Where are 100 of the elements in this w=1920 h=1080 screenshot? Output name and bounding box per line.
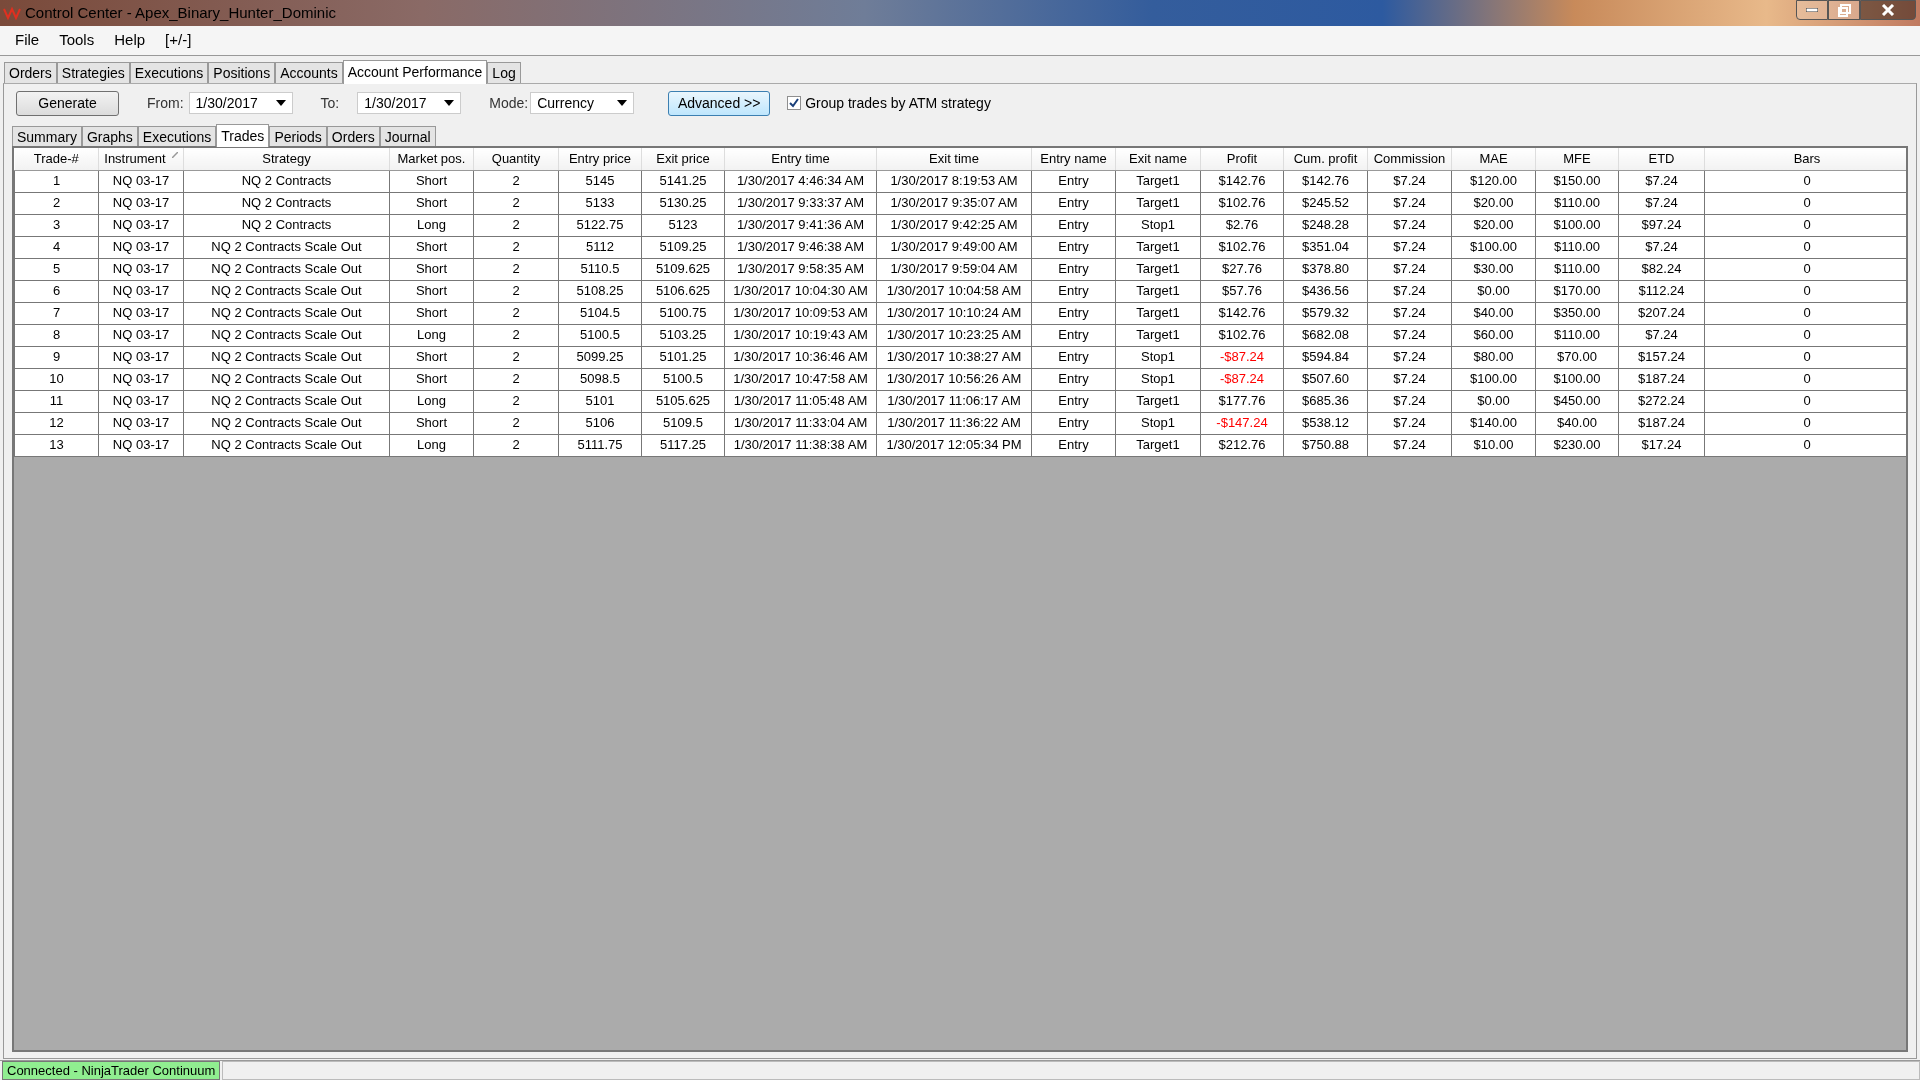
table-cell: $157.24 xyxy=(1618,346,1705,368)
table-cell: Target1 xyxy=(1115,302,1201,324)
table-cell: NQ 03-17 xyxy=(98,214,184,236)
table-cell: $100.00 xyxy=(1535,214,1619,236)
table-cell: 2 xyxy=(473,236,559,258)
sub-tab[interactable]: Periods xyxy=(269,126,327,146)
advanced-button[interactable]: Advanced >> xyxy=(668,90,771,116)
table-cell: $60.00 xyxy=(1451,324,1536,346)
table-cell: Target1 xyxy=(1115,280,1201,302)
menu-item[interactable]: [+/-] xyxy=(156,29,201,52)
tab[interactable]: Account Performance xyxy=(342,60,488,84)
window-title: Control Center - Apex_Binary_Hunter_Dominic xyxy=(25,2,336,23)
column-header[interactable]: Market pos. xyxy=(389,148,474,170)
restore-button[interactable] xyxy=(1828,0,1860,20)
column-header[interactable]: Instrument xyxy=(98,148,184,170)
table-cell: 1/30/2017 12:05:34 PM xyxy=(876,434,1032,456)
minimize-button[interactable] xyxy=(1796,0,1828,20)
to-date-picker[interactable]: 1/30/2017 xyxy=(357,92,462,114)
column-header[interactable]: Trade-# xyxy=(14,148,99,170)
table-cell: 1/30/2017 10:04:58 AM xyxy=(876,280,1032,302)
table-cell: 1/30/2017 11:38:38 AM xyxy=(724,434,877,456)
table-cell: 7 xyxy=(14,302,99,324)
table-cell: 1/30/2017 9:49:00 AM xyxy=(876,236,1032,258)
tab[interactable]: Orders xyxy=(4,62,57,83)
column-header[interactable]: Commission xyxy=(1367,148,1452,170)
table-cell: Target1 xyxy=(1115,324,1201,346)
column-header[interactable]: Strategy xyxy=(183,148,390,170)
column-header[interactable]: ETD xyxy=(1618,148,1705,170)
generate-button[interactable]: Generate xyxy=(16,90,119,116)
table-cell: 5101 xyxy=(558,390,642,412)
table-cell: $150.00 xyxy=(1535,170,1619,192)
table-cell: NQ 2 Contracts Scale Out xyxy=(183,434,390,456)
table-cell: 1 xyxy=(14,170,99,192)
from-label: From: xyxy=(147,93,184,113)
table-cell: $450.00 xyxy=(1535,390,1619,412)
table-cell: $594.84 xyxy=(1283,346,1368,368)
table-cell: NQ 2 Contracts Scale Out xyxy=(183,412,390,434)
column-header[interactable]: Cum. profit xyxy=(1283,148,1368,170)
caret-icon xyxy=(444,100,455,106)
sub-tab[interactable]: Orders xyxy=(326,126,380,146)
table-cell: 1/30/2017 10:10:24 AM xyxy=(876,302,1032,324)
table-cell: 5130.25 xyxy=(641,192,725,214)
table-cell: $142.76 xyxy=(1200,170,1284,192)
table-cell: $142.76 xyxy=(1200,302,1284,324)
column-header[interactable]: Exit time xyxy=(876,148,1032,170)
mode-dropdown[interactable]: Currency xyxy=(530,92,635,114)
table-cell: 5 xyxy=(14,258,99,280)
column-header[interactable]: MFE xyxy=(1535,148,1619,170)
table-cell: $80.00 xyxy=(1451,346,1536,368)
table-cell: Short xyxy=(389,412,474,434)
table-cell: 2 xyxy=(473,192,559,214)
menu-item[interactable]: Tools xyxy=(50,29,104,52)
sub-tab[interactable]: Graphs xyxy=(81,126,138,146)
table-cell: $20.00 xyxy=(1451,214,1536,236)
tab[interactable]: Strategies xyxy=(56,62,130,83)
caret-icon xyxy=(617,100,628,106)
column-header[interactable]: Exit price xyxy=(641,148,725,170)
group-checkbox[interactable] xyxy=(787,96,802,110)
column-header[interactable]: Profit xyxy=(1200,148,1284,170)
table-cell: 9 xyxy=(14,346,99,368)
sub-tab[interactable]: Summary xyxy=(12,126,82,146)
column-header[interactable]: MAE xyxy=(1451,148,1536,170)
sub-tab[interactable]: Journal xyxy=(379,126,436,146)
column-header[interactable]: Entry time xyxy=(724,148,877,170)
table-cell: NQ 2 Contracts Scale Out xyxy=(183,368,390,390)
table-cell: $110.00 xyxy=(1535,258,1619,280)
column-header[interactable]: Entry price xyxy=(558,148,642,170)
sub-tab[interactable]: Executions xyxy=(137,126,217,146)
table-cell: $100.00 xyxy=(1451,368,1536,390)
table-cell: $245.52 xyxy=(1283,192,1368,214)
table-cell: 13 xyxy=(14,434,99,456)
table-cell: $187.24 xyxy=(1618,368,1705,390)
table-cell: -$147.24 xyxy=(1200,412,1284,434)
table-cell: -$87.24 xyxy=(1200,346,1284,368)
close-button[interactable] xyxy=(1860,0,1916,20)
menu-item[interactable]: File xyxy=(6,29,49,52)
table-cell: $212.76 xyxy=(1200,434,1284,456)
table-cell: $682.08 xyxy=(1283,324,1368,346)
restore-icon xyxy=(1837,3,1851,17)
column-header[interactable]: Entry name xyxy=(1031,148,1116,170)
table-cell: $685.36 xyxy=(1283,390,1368,412)
sub-tab[interactable]: Trades xyxy=(216,124,270,147)
column-header[interactable]: Bars xyxy=(1704,148,1906,170)
table-cell: $7.24 xyxy=(1367,170,1452,192)
table-cell: 5103.25 xyxy=(641,324,725,346)
tab[interactable]: Positions xyxy=(208,62,276,83)
table-cell: $82.24 xyxy=(1618,258,1705,280)
table-cell: 1/30/2017 10:47:58 AM xyxy=(724,368,877,390)
table-cell: 5100.5 xyxy=(641,368,725,390)
column-header[interactable]: Quantity xyxy=(473,148,559,170)
menu-item[interactable]: Help xyxy=(105,29,155,52)
from-date-picker[interactable]: 1/30/2017 xyxy=(188,92,293,114)
tab[interactable]: Executions xyxy=(129,62,209,83)
table-cell: $7.24 xyxy=(1367,236,1452,258)
table-cell: 5112 xyxy=(558,236,642,258)
tab[interactable]: Accounts xyxy=(275,62,343,83)
column-header[interactable]: Exit name xyxy=(1115,148,1201,170)
table-cell: $7.24 xyxy=(1367,368,1452,390)
table-cell: 5098.5 xyxy=(558,368,642,390)
tab[interactable]: Log xyxy=(487,62,521,83)
